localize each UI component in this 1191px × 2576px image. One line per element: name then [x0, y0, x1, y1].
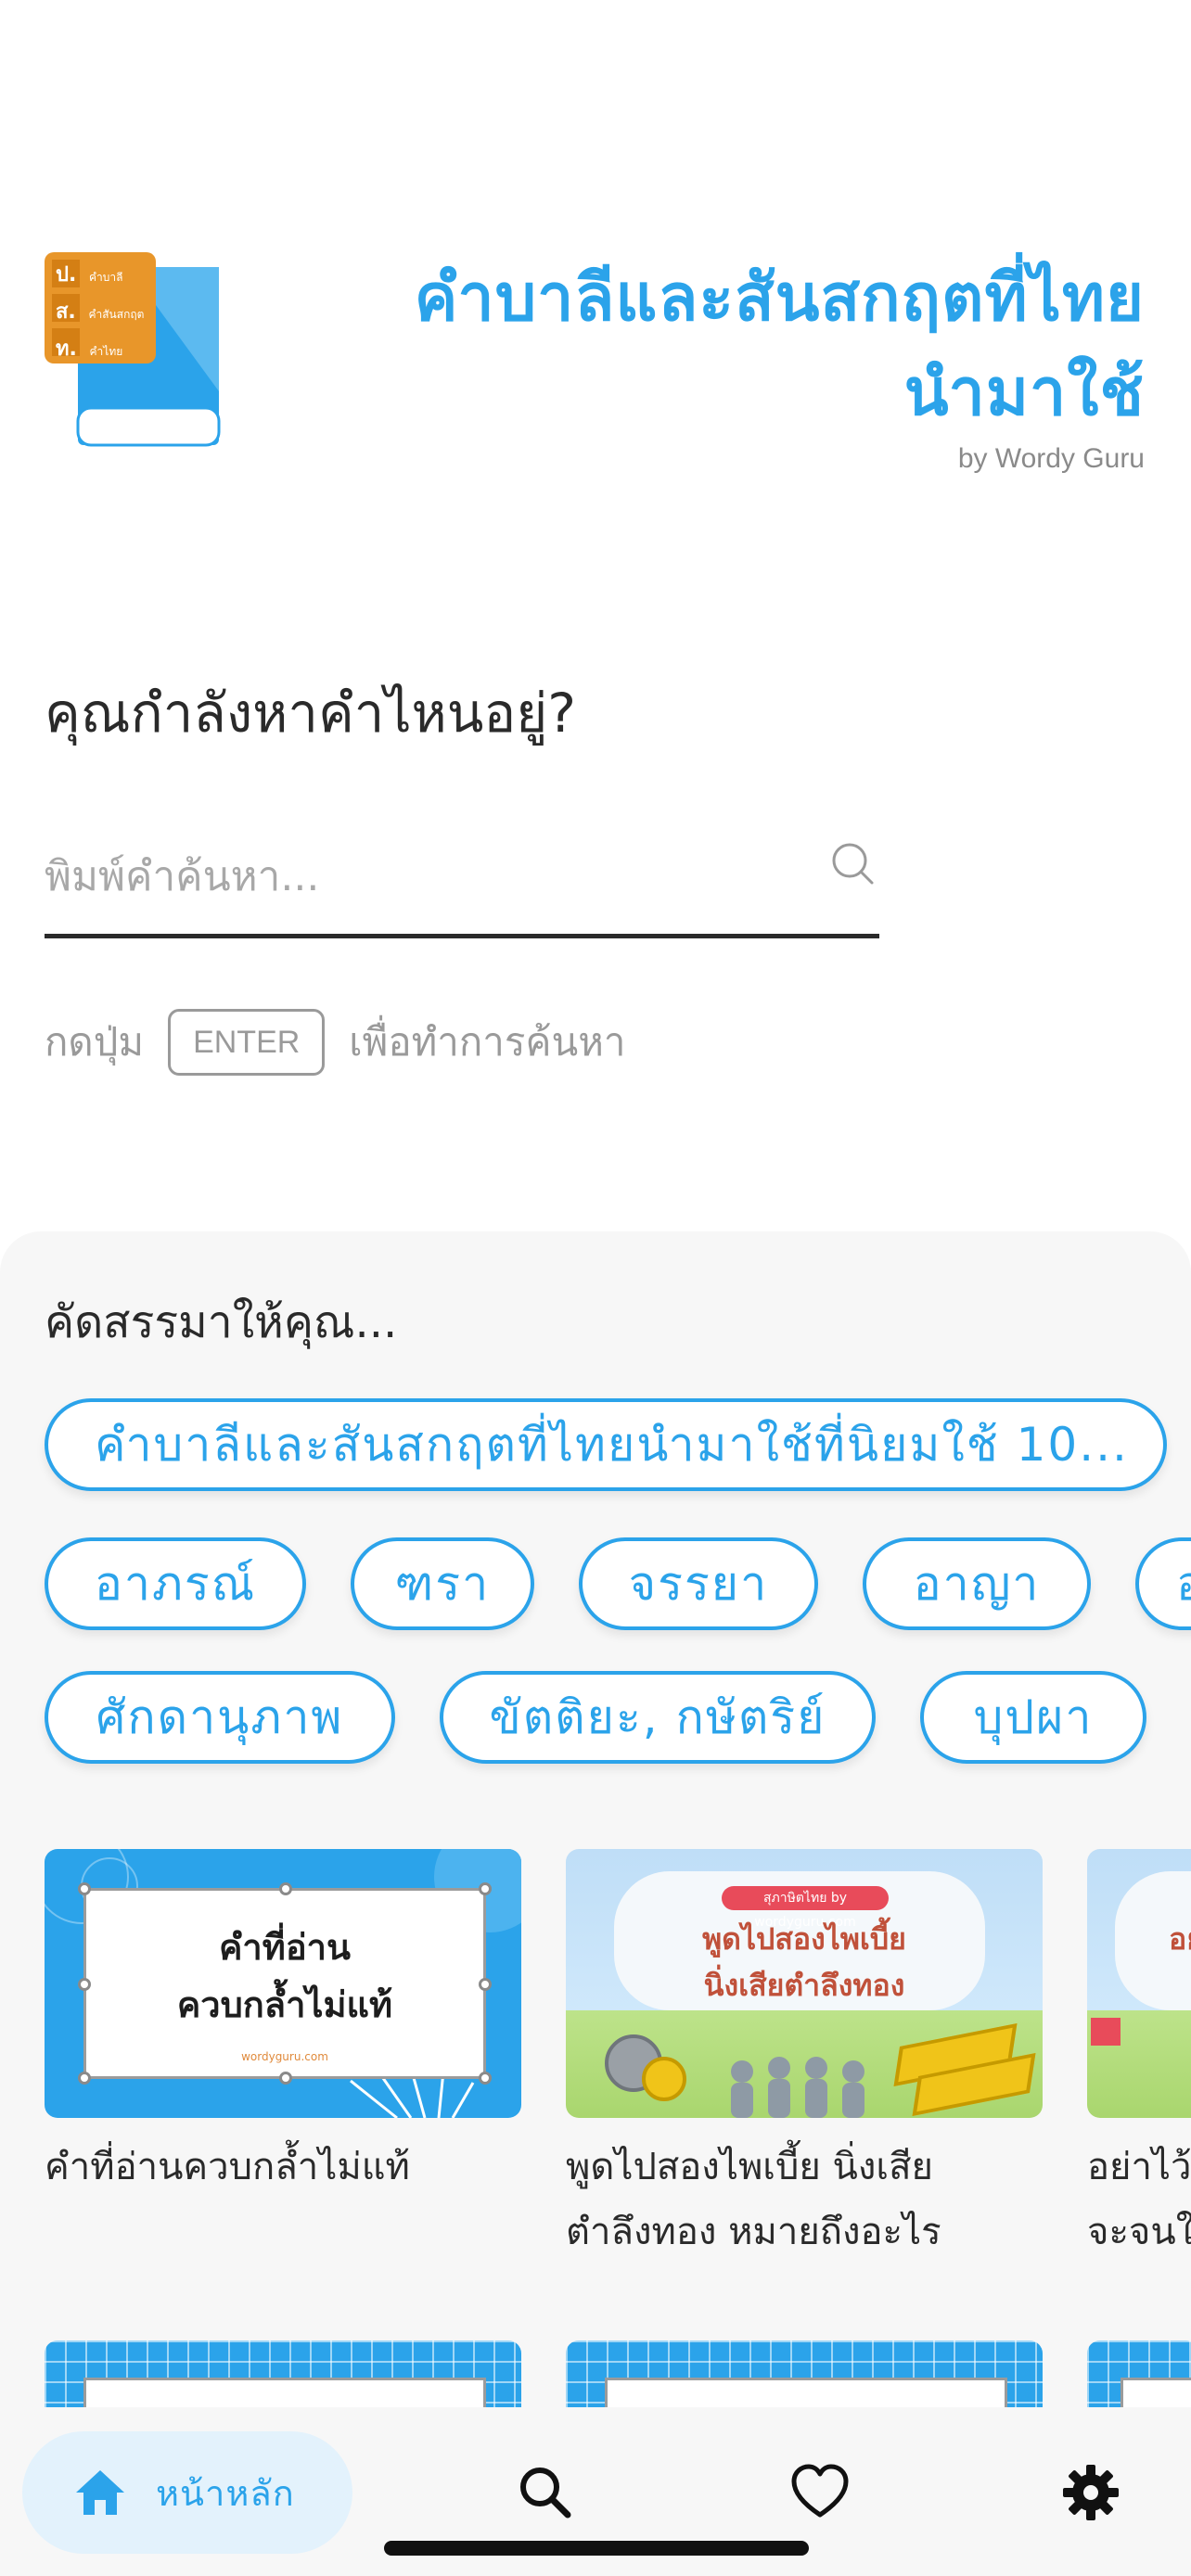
logo-letters: ป. คำบาลี ส. คำสันสกฤต ท. คำไทย: [56, 263, 145, 361]
card-title: อย่าไว้ จะจนใ: [1087, 2146, 1191, 2253]
chip-word[interactable]: บุปผา: [920, 1671, 1146, 1764]
chip-word[interactable]: ศักดานุภาพ: [45, 1671, 395, 1764]
search-icon[interactable]: [827, 838, 879, 890]
card-thumbnail: คำที่อ่าน ควบกล้ำไม่แท้ wordyguru.com: [45, 1849, 521, 2118]
chip-word[interactable]: อาญา: [863, 1537, 1091, 1630]
nav-home-label: หน้าหลัก: [156, 2472, 295, 2514]
thumb-text: อย: [1169, 1921, 1191, 1957]
card-thumbnail: อย: [1087, 1849, 1191, 2118]
card-thumbnail: สุภาษิตไทย by wordyguru.com พูดไปสองไพเบ…: [566, 1849, 1043, 2118]
chip-word[interactable]: จรรยา: [579, 1537, 818, 1630]
byline: by Wordy Guru: [957, 443, 1145, 474]
chip-featured[interactable]: คำบาลีและสันสกฤตที่ไทยนำมาใช้ที่นิยมใช้ …: [45, 1398, 1167, 1491]
thumb-badge: สุภาษิตไทย by wordyguru.com: [722, 1886, 889, 1930]
heart-icon[interactable]: [790, 2463, 850, 2522]
enter-key-badge: ENTER: [168, 1009, 326, 1076]
thumb-text: พูดไปสองไพเบี้ย นิ่งเสียตำลึงทอง: [702, 1921, 906, 2003]
gold-coin-icon: [642, 2057, 686, 2101]
card-title: พูดไปสองไพเบี้ย นิ่งเสีย ตำลึงทอง หมายถึ…: [566, 2146, 941, 2253]
search-input[interactable]: [45, 835, 787, 918]
thumb-frame: คำที่อ่าน ควบกล้ำไม่แท้ wordyguru.com: [78, 1882, 492, 2085]
app-logo: ป. คำบาลี ส. คำสันสกฤต ท. คำไทย: [45, 252, 221, 447]
app-title-line-2: นำมาใช้: [903, 354, 1145, 430]
chip-word[interactable]: ขัตติยะ, กษัตริย์: [440, 1671, 876, 1764]
search-field[interactable]: [45, 816, 879, 938]
nav-home-tab[interactable]: หน้าหลัก: [22, 2431, 352, 2554]
search-hint: กดปุ่ม ENTER เพื่อทำการค้นหา: [45, 1009, 625, 1076]
app-title: คำบาลีและสันสกฤตที่ไทย นำมาใช้: [310, 250, 1145, 440]
article-card[interactable]: สุภาษิตไทย by wordyguru.com พูดไปสองไพเบ…: [566, 1849, 1043, 2264]
thumb-site: wordyguru.com: [241, 2050, 328, 2063]
search-icon[interactable]: [516, 2463, 575, 2522]
chip-word[interactable]: ฑรา: [351, 1537, 534, 1630]
chip-word[interactable]: อ: [1135, 1537, 1191, 1630]
hint-after: เพื่อทำการค้นหา: [349, 1019, 626, 1065]
suggestions-panel: คัดสรรมาให้คุณ... คำบาลีและสันสกฤตที่ไทย…: [0, 1231, 1191, 2576]
suggestions-title: คัดสรรมาให้คุณ...: [45, 1296, 398, 1348]
thumb-text: คำที่อ่าน ควบกล้ำไม่แท้: [176, 1927, 393, 2025]
people-silhouette-icon: [731, 2057, 864, 2118]
article-card[interactable]: คำที่อ่าน ควบกล้ำไม่แท้ wordyguru.com คำ…: [45, 1849, 521, 2200]
barn-icon: [1091, 2018, 1121, 2046]
article-card[interactable]: อย อย่าไว้ จะจนใ: [1087, 1849, 1191, 2264]
chip-word[interactable]: อาภรณ์: [45, 1537, 306, 1630]
hint-before: กดปุ่ม: [45, 1019, 145, 1065]
home-icon: [76, 2470, 124, 2515]
search-question: คุณกำลังหาคำไหนอยู่?: [45, 682, 576, 745]
home-indicator: [384, 2541, 809, 2556]
app-title-line-1: คำบาลีและสันสกฤตที่ไทย: [414, 260, 1145, 336]
card-title: คำที่อ่านควบกล้ำไม่แท้: [45, 2146, 410, 2188]
settings-icon[interactable]: [1061, 2463, 1121, 2522]
